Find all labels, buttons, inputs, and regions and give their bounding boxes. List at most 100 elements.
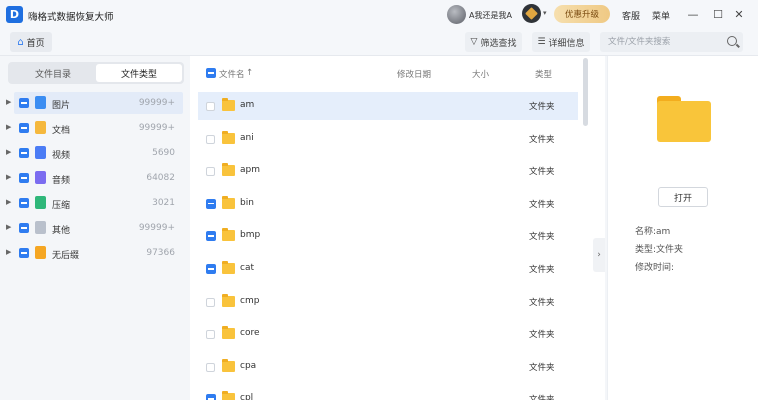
expand-arrow-icon[interactable]: ▶ (6, 148, 11, 156)
row-checkbox[interactable] (206, 297, 215, 307)
tab-file-type[interactable]: 文件类型 (96, 64, 182, 82)
file-name: bin (240, 197, 254, 208)
upgrade-button[interactable]: 优惠升级 (554, 5, 610, 23)
category-checkbox[interactable] (19, 173, 29, 183)
close-icon[interactable]: ✕ (732, 6, 746, 22)
folder-icon (222, 326, 235, 340)
category-count: 99999+ (138, 98, 175, 108)
expand-arrow-icon[interactable]: ▶ (6, 173, 11, 181)
minimize-icon[interactable]: — (686, 6, 700, 22)
file-row[interactable]: cpa 文件夹 (198, 353, 578, 381)
row-checkbox[interactable] (206, 264, 216, 274)
list-header: 文件名 ↑ 修改日期 大小 类型 (190, 56, 605, 90)
select-all-checkbox[interactable] (206, 68, 216, 78)
detail-info-button[interactable]: ☰ 详细信息 (532, 32, 590, 52)
folder-icon (222, 130, 235, 144)
expand-arrow-icon[interactable]: ▶ (6, 198, 11, 206)
category-checkbox[interactable] (19, 198, 29, 208)
sidebar-category-item[interactable]: ▶ 无后缀 97366 (0, 242, 188, 264)
category-label: 其他 (52, 226, 71, 236)
open-button[interactable]: 打开 (658, 187, 708, 207)
file-name: cpa (240, 360, 257, 371)
sidebar-category-item[interactable]: ▶ 文档 99999+ (0, 117, 188, 139)
expand-arrow-icon[interactable]: ▶ (6, 98, 11, 106)
file-row[interactable]: bin 文件夹 (198, 190, 578, 218)
row-checkbox[interactable] (206, 198, 216, 209)
menu-button[interactable]: 菜单 (652, 9, 670, 22)
sidebar-category-item[interactable]: ▶ 视频 5690 (0, 142, 188, 164)
row-checkbox[interactable] (206, 394, 216, 400)
column-header-type[interactable]: 类型 (535, 68, 552, 80)
category-label: 音频 (52, 176, 71, 186)
category-checkbox[interactable] (19, 98, 29, 108)
maximize-icon[interactable]: ☐ (711, 6, 725, 22)
file-row[interactable]: ani 文件夹 (198, 125, 578, 153)
file-row[interactable]: bmp 文件夹 (198, 222, 578, 250)
file-list: 文件名 ↑ 修改日期 大小 类型 am 文件夹 ani 文件夹 apm 文件夹 bin 文件夹… (190, 56, 605, 400)
file-name: cmp (240, 295, 260, 306)
filter-button[interactable]: ▽ 筛选查找 (465, 32, 522, 52)
sidebar-category-item[interactable]: ▶ 图片 99999+ (0, 92, 188, 114)
expand-arrow-icon[interactable]: ▶ (6, 123, 11, 131)
file-type: 文件夹 (529, 265, 555, 275)
category-label: 无后缀 (52, 251, 80, 261)
folder-icon (222, 195, 235, 209)
row-checkbox[interactable] (206, 134, 215, 144)
file-name: am (240, 100, 255, 110)
avatar[interactable] (447, 5, 466, 24)
category-checkbox[interactable] (19, 248, 29, 258)
search-input[interactable] (608, 35, 723, 49)
category-count: 99999+ (138, 223, 175, 233)
category-checkbox[interactable] (19, 148, 29, 158)
category-checkbox[interactable] (19, 123, 29, 133)
row-checkbox[interactable] (206, 102, 215, 111)
expand-arrow-icon[interactable]: ▶ (6, 223, 11, 231)
sort-arrow-icon[interactable]: ↑ (246, 68, 253, 78)
file-row[interactable]: am 文件夹 (198, 92, 578, 120)
filter-icon: ▽ (470, 37, 478, 47)
category-checkbox[interactable] (19, 223, 29, 233)
file-row[interactable]: cpl 文件夹 (198, 385, 578, 400)
file-name: ani (240, 132, 254, 143)
category-count: 5690 (152, 148, 175, 158)
file-name: bmp (240, 230, 261, 241)
home-label: 首页 (26, 38, 45, 49)
category-count: 3021 (152, 198, 175, 208)
file-row[interactable]: apm 文件夹 (198, 157, 578, 185)
category-label: 图片 (52, 101, 71, 111)
file-row[interactable]: core 文件夹 (198, 320, 578, 348)
customer-service-button[interactable]: 客服 (622, 9, 640, 22)
title-bar: D 嗨格式数据恢复大师 A我还是我A ▾ 优惠升级 客服 菜单 — ☐ ✕ (0, 0, 758, 30)
folder-preview-icon (657, 96, 711, 142)
category-count: 99999+ (138, 123, 175, 133)
vip-badge-icon[interactable] (522, 4, 541, 23)
chevron-right-icon[interactable]: › (593, 238, 605, 272)
column-header-modified[interactable]: 修改日期 (397, 68, 431, 80)
row-checkbox[interactable] (206, 231, 216, 242)
search-box[interactable] (600, 32, 743, 52)
sidebar-category-item[interactable]: ▶ 其他 99999+ (0, 217, 188, 239)
image-icon (35, 96, 46, 109)
user-name[interactable]: A我还是我A (469, 10, 512, 21)
expand-arrow-icon[interactable]: ▶ (6, 248, 11, 256)
folder-icon (222, 293, 235, 307)
row-checkbox[interactable] (206, 167, 215, 177)
other-file-icon (35, 221, 46, 234)
search-icon[interactable] (727, 36, 737, 46)
chevron-down-icon[interactable]: ▾ (543, 9, 547, 17)
row-checkbox[interactable] (206, 330, 215, 340)
column-header-name[interactable]: 文件名 (219, 68, 245, 80)
home-button[interactable]: ⌂ 首页 (10, 32, 52, 52)
file-row[interactable]: cmp 文件夹 (198, 288, 578, 316)
category-count: 64082 (146, 173, 175, 183)
file-row[interactable]: cat 文件夹 (198, 255, 578, 283)
sidebar-category-item[interactable]: ▶ 压缩 3021 (0, 192, 188, 214)
tab-file-directory[interactable]: 文件目录 (10, 64, 96, 82)
column-header-size[interactable]: 大小 (472, 68, 489, 80)
scrollbar[interactable] (582, 58, 589, 400)
sidebar-category-item[interactable]: ▶ 音频 64082 (0, 167, 188, 189)
row-checkbox[interactable] (206, 362, 215, 372)
detail-modified: 修改时间: (635, 263, 675, 273)
scrollbar-thumb[interactable] (583, 58, 588, 126)
app-logo-icon: D (6, 6, 23, 23)
